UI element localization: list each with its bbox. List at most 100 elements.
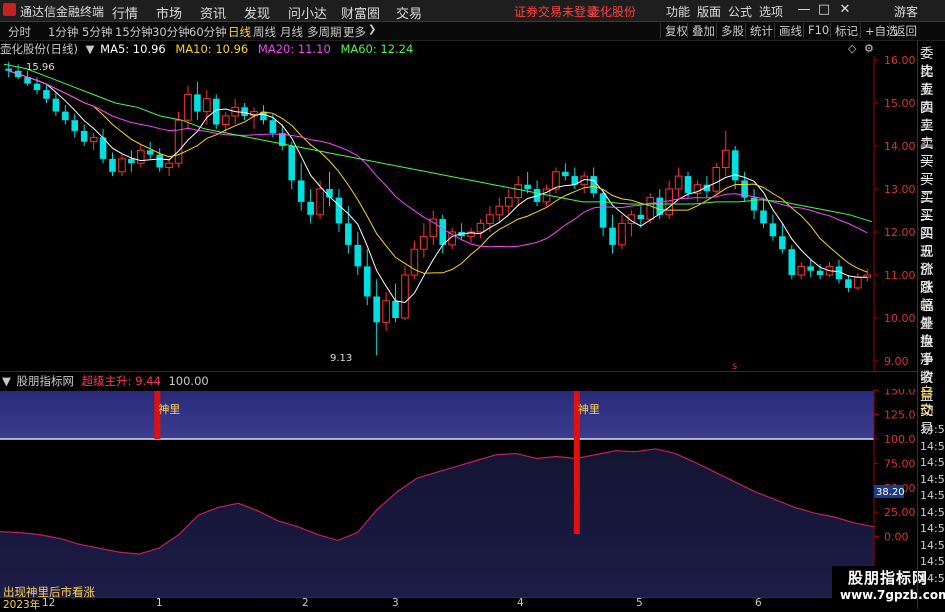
candle-body — [137, 149, 145, 164]
x-label-4: 4 — [517, 597, 524, 609]
tick-time: 14:56 — [920, 538, 945, 552]
price-tick-label: 12.00 — [884, 226, 916, 239]
candle-body — [609, 227, 616, 245]
tool-f10[interactable]: F10 — [803, 23, 833, 38]
candle-body — [495, 205, 504, 216]
maximize-icon[interactable]: □ — [815, 2, 833, 18]
indicator-ref-value: 100.00 — [168, 374, 209, 388]
candle-body — [590, 176, 597, 194]
period-more[interactable]: 更多 — [343, 24, 366, 40]
candle-body — [476, 222, 485, 233]
period-week[interactable]: 周线 — [253, 24, 276, 40]
candle-body — [797, 265, 806, 276]
candle-body — [335, 197, 343, 224]
candle-body — [807, 266, 814, 271]
tool-huaxian[interactable]: 画线 — [774, 23, 806, 38]
pane-divider — [0, 371, 917, 372]
legend-ma5: MA5: 10.96 — [100, 42, 166, 56]
legend-ma20: MA20: 11.10 — [257, 42, 331, 56]
tool-duogu[interactable]: 多股 — [716, 23, 748, 38]
menu-item-gongneng[interactable]: 功能 — [666, 3, 690, 20]
candle-body — [486, 214, 494, 224]
menu-item-faxian[interactable]: 发现 — [244, 3, 270, 22]
period-multi[interactable]: 多周期 — [307, 24, 342, 40]
candle-body — [297, 180, 305, 202]
tool-back[interactable]: 返回 — [889, 23, 921, 38]
candle-body — [373, 296, 380, 323]
legend-ma10: MA10: 10.96 — [175, 42, 249, 56]
indicator-chart[interactable]: 神里神里 150.0125.0100.075.0050.0025.000.00 … — [0, 389, 917, 597]
more-arrow-icon[interactable]: ❯ — [368, 24, 376, 35]
candle-body — [712, 167, 721, 192]
indicator-name[interactable]: 股朋指标网 — [17, 374, 75, 388]
menu-item-banmian[interactable]: 版面 — [697, 3, 721, 20]
period-60min[interactable]: 60分钟 — [189, 24, 227, 40]
period-5min[interactable]: 5分钟 — [82, 24, 112, 40]
period-1min[interactable]: 1分钟 — [48, 24, 78, 40]
period-fenshi[interactable]: 分时 — [8, 24, 31, 40]
x-label-1: 1 — [156, 597, 163, 609]
candle-body — [674, 175, 683, 190]
high-price-annotation: 15.96 — [26, 62, 55, 73]
candle-body — [618, 222, 626, 246]
candle-body — [401, 274, 409, 319]
candle-body — [71, 120, 79, 131]
tool-tongji[interactable]: 统计 — [745, 23, 777, 38]
low-price-annotation: 9.13 — [330, 353, 352, 364]
x-label-2: 2 — [302, 597, 309, 609]
candle-body — [684, 176, 692, 194]
indicator-header: ▼ 股朋指标网 超级主升: 9.44 100.00 — [0, 373, 213, 389]
menu-item-caifuquan[interactable]: 财富圈 — [341, 3, 380, 22]
indicator-tick-label: 75.00 — [884, 457, 916, 470]
indicator-band — [0, 391, 874, 439]
candle-body — [429, 218, 438, 237]
candle-body — [382, 300, 390, 323]
candle-body — [128, 158, 135, 164]
indicator-collapse-icon[interactable]: ▼ — [2, 374, 11, 388]
candle-body — [43, 90, 50, 99]
minimize-icon[interactable]: — — [795, 2, 813, 18]
legend-collapse-icon[interactable]: ▼ — [86, 42, 95, 56]
candle-body — [514, 184, 522, 199]
indicator-tick-label: 125.0 — [884, 409, 916, 422]
candle-body — [269, 120, 277, 134]
menu-item-hangqing[interactable]: 行情 — [112, 3, 138, 22]
period-month[interactable]: 月线 — [280, 24, 303, 40]
tool-diejia[interactable]: 叠加 — [687, 23, 719, 38]
settings-gear-icon[interactable]: ⚙ — [864, 42, 874, 55]
price-tick-label: 14.00 — [884, 140, 916, 153]
indicator-axis: 150.0125.0100.075.0050.0025.000.00 — [874, 389, 916, 544]
menu-item-jiaoyi[interactable]: 交易 — [396, 3, 422, 22]
candle-body — [288, 146, 296, 181]
candle-body — [33, 83, 41, 91]
period-30min[interactable]: 30分钟 — [152, 24, 190, 40]
menu-item-shichang[interactable]: 市场 — [156, 3, 182, 22]
candle-body — [89, 136, 98, 143]
candle-body — [750, 197, 758, 211]
candlestick-series — [5, 61, 872, 356]
ma10-line — [8, 70, 868, 274]
tick-time: 14:56 — [920, 456, 945, 469]
menu-item-xuanxiang[interactable]: 选项 — [759, 3, 783, 20]
guest-label[interactable]: 游客 — [894, 3, 918, 20]
price-chart[interactable]: 16.0015.0014.0013.0012.0011.0010.009.00 … — [0, 56, 917, 372]
indicator-tick-label: 150.0 — [884, 389, 916, 397]
tool-biaoji[interactable]: 标记 — [830, 23, 862, 38]
candle-body — [439, 219, 447, 245]
x-label-6: 6 — [755, 597, 762, 609]
candle-body — [80, 130, 88, 142]
candle-body — [5, 68, 13, 71]
menu-item-gongshi[interactable]: 公式 — [728, 3, 752, 20]
period-15min[interactable]: 15分钟 — [115, 24, 153, 40]
close-icon[interactable]: ✕ — [836, 2, 854, 18]
candle-body — [62, 111, 69, 121]
menu-item-wenxiaoda[interactable]: 问小达 — [288, 3, 327, 22]
indicator-tick-label: 100.0 — [884, 433, 916, 446]
candle-body — [203, 98, 211, 113]
period-day[interactable]: 日线 — [228, 24, 251, 40]
candle-body — [345, 223, 352, 245]
trade-login-status[interactable]: 证券交易未登录 — [514, 3, 598, 20]
candle-body — [410, 248, 419, 276]
diamond-icon[interactable]: ◇ — [848, 42, 856, 55]
menu-item-zixun[interactable]: 资讯 — [200, 3, 226, 22]
